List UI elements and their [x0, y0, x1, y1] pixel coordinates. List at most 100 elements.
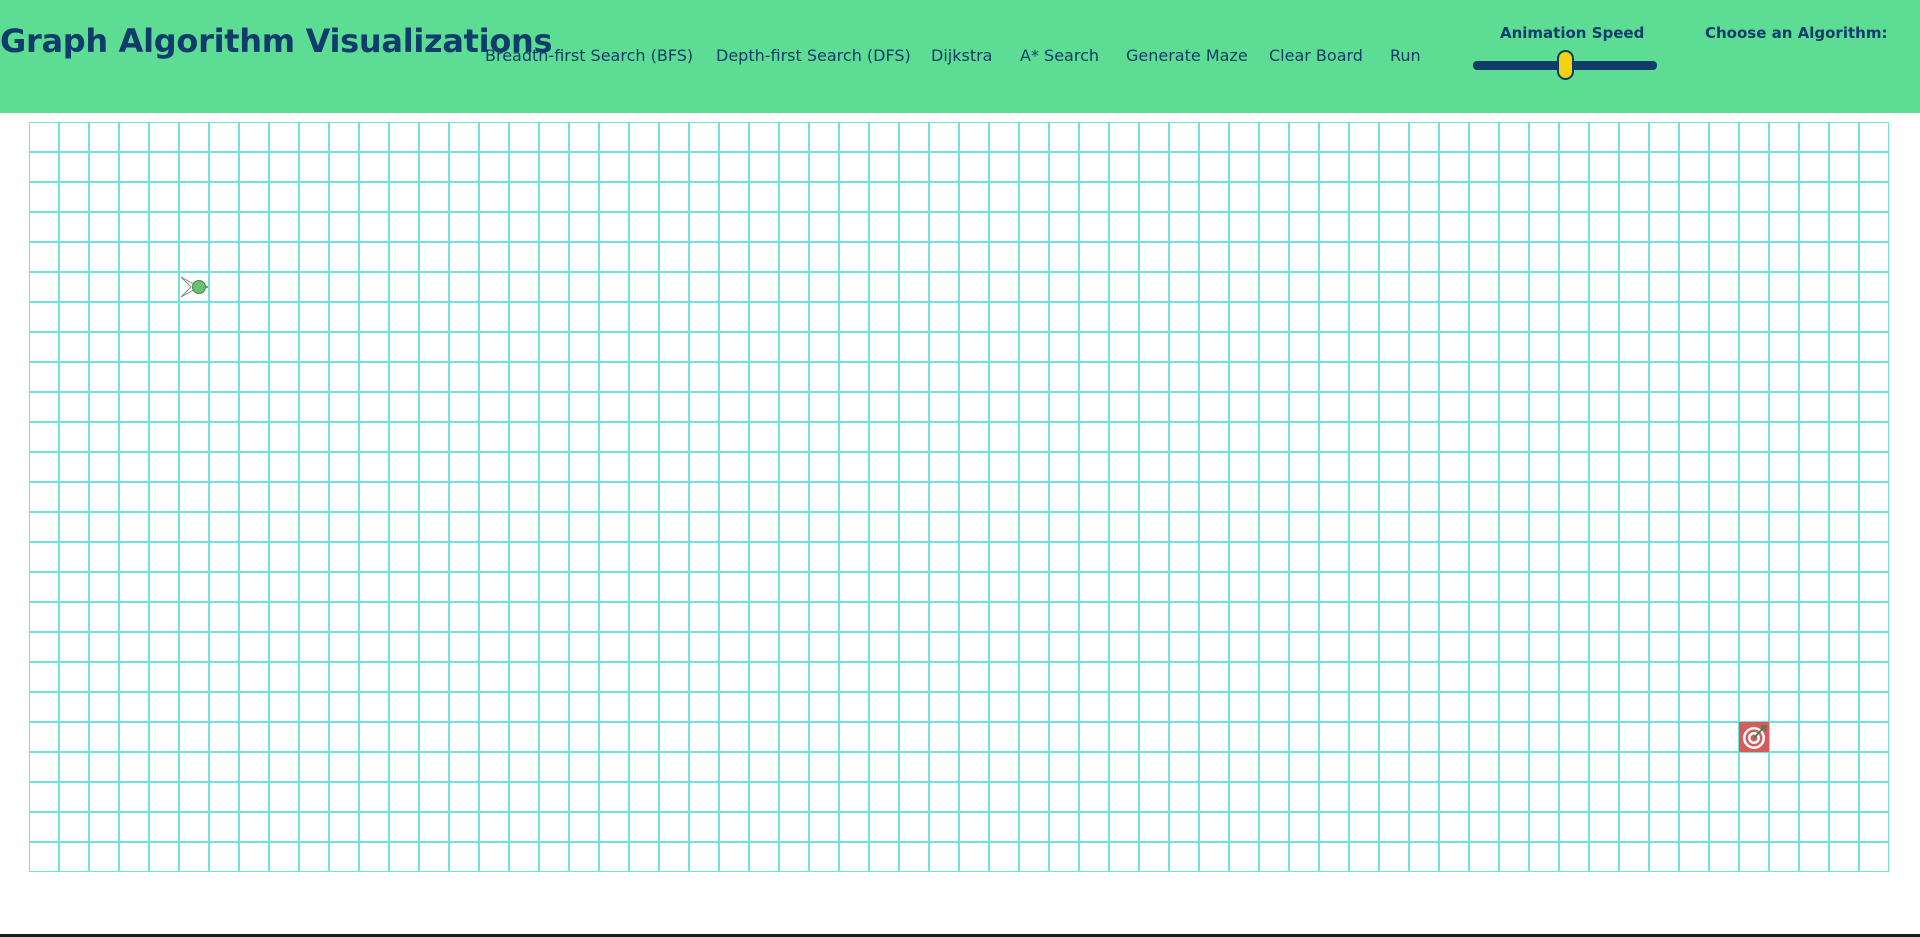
- grid-cell[interactable]: [1859, 482, 1889, 512]
- grid-cell[interactable]: [449, 512, 479, 542]
- grid-cell[interactable]: [929, 782, 959, 812]
- grid-cell[interactable]: [1739, 272, 1769, 302]
- grid-cell[interactable]: [1439, 482, 1469, 512]
- grid-cell[interactable]: [959, 182, 989, 212]
- grid-cell[interactable]: [1499, 782, 1529, 812]
- grid-cell[interactable]: [1499, 392, 1529, 422]
- grid-cell[interactable]: [329, 512, 359, 542]
- grid-cell[interactable]: [269, 542, 299, 572]
- grid-cell[interactable]: [1409, 782, 1439, 812]
- grid-cell[interactable]: [629, 152, 659, 182]
- grid-cell[interactable]: [719, 272, 749, 302]
- grid-cell[interactable]: [1439, 302, 1469, 332]
- grid-cell[interactable]: [899, 752, 929, 782]
- grid-cell[interactable]: [1229, 512, 1259, 542]
- grid-cell[interactable]: [959, 242, 989, 272]
- grid-cell[interactable]: [1409, 812, 1439, 842]
- grid-cell[interactable]: [1079, 452, 1109, 482]
- grid-cell[interactable]: [1769, 542, 1799, 572]
- grid-cell[interactable]: [209, 512, 239, 542]
- grid-cell[interactable]: [179, 422, 209, 452]
- grid-cell[interactable]: [1499, 242, 1529, 272]
- grid-cell[interactable]: [29, 392, 59, 422]
- grid-cell[interactable]: [29, 422, 59, 452]
- grid-cell[interactable]: [749, 752, 779, 782]
- grid-cell[interactable]: [779, 842, 809, 872]
- grid-cell[interactable]: [689, 782, 719, 812]
- grid-cell[interactable]: [929, 692, 959, 722]
- grid-cell[interactable]: [239, 782, 269, 812]
- grid-cell[interactable]: [1619, 752, 1649, 782]
- grid-cell[interactable]: [209, 542, 239, 572]
- grid-cell[interactable]: [329, 722, 359, 752]
- grid-cell[interactable]: [779, 242, 809, 272]
- grid-cell[interactable]: [1319, 392, 1349, 422]
- grid-cell[interactable]: [719, 242, 749, 272]
- grid-cell[interactable]: [959, 272, 989, 302]
- grid-cell[interactable]: [1469, 542, 1499, 572]
- grid-cell[interactable]: [419, 842, 449, 872]
- grid-cell[interactable]: [1589, 212, 1619, 242]
- grid-cell[interactable]: [149, 752, 179, 782]
- grid-cell[interactable]: [659, 782, 689, 812]
- grid-cell[interactable]: [149, 662, 179, 692]
- grid-cell[interactable]: [299, 512, 329, 542]
- grid-cell[interactable]: [299, 602, 329, 632]
- grid-cell[interactable]: [929, 842, 959, 872]
- grid-cell[interactable]: [1469, 212, 1499, 242]
- grid-cell[interactable]: [1079, 542, 1109, 572]
- grid-cell[interactable]: [629, 452, 659, 482]
- grid-cell[interactable]: [1529, 662, 1559, 692]
- grid-cell[interactable]: [899, 812, 929, 842]
- grid-cell[interactable]: [479, 542, 509, 572]
- grid-cell[interactable]: [1049, 602, 1079, 632]
- grid-cell[interactable]: [329, 242, 359, 272]
- grid-cell[interactable]: [1199, 572, 1229, 602]
- grid-cell[interactable]: [569, 392, 599, 422]
- grid-cell[interactable]: [1229, 362, 1259, 392]
- grid-cell[interactable]: [1769, 302, 1799, 332]
- grid-cell[interactable]: [1589, 782, 1619, 812]
- grid-cell[interactable]: [149, 182, 179, 212]
- grid-cell[interactable]: [239, 392, 269, 422]
- grid-cell[interactable]: [419, 422, 449, 452]
- grid-cell[interactable]: [1409, 542, 1439, 572]
- grid-cell[interactable]: [239, 602, 269, 632]
- grid-cell[interactable]: [989, 752, 1019, 782]
- grid-cell[interactable]: [1559, 512, 1589, 542]
- grid-cell[interactable]: [869, 482, 899, 512]
- grid-cell[interactable]: [1649, 302, 1679, 332]
- grid-cell[interactable]: [59, 302, 89, 332]
- grid-cell[interactable]: [899, 272, 929, 302]
- grid-cell[interactable]: [239, 182, 269, 212]
- grid-cell[interactable]: [809, 422, 839, 452]
- grid-cell[interactable]: [1139, 242, 1169, 272]
- grid-cell[interactable]: [569, 812, 599, 842]
- grid-cell[interactable]: [659, 812, 689, 842]
- grid-cell[interactable]: [1139, 392, 1169, 422]
- grid-cell[interactable]: [119, 332, 149, 362]
- grid-cell[interactable]: [1049, 392, 1079, 422]
- grid-cell[interactable]: [1139, 542, 1169, 572]
- grid-cell[interactable]: [1289, 602, 1319, 632]
- grid-cell[interactable]: [299, 782, 329, 812]
- grid-cell[interactable]: [239, 512, 269, 542]
- grid-cell[interactable]: [749, 512, 779, 542]
- grid-cell[interactable]: [1679, 452, 1709, 482]
- grid-cell[interactable]: [1349, 482, 1379, 512]
- grid-cell[interactable]: [1109, 842, 1139, 872]
- grid-cell[interactable]: [269, 632, 299, 662]
- grid-cell[interactable]: [539, 842, 569, 872]
- grid-cell[interactable]: [1709, 362, 1739, 392]
- grid-cell[interactable]: [1829, 842, 1859, 872]
- grid-cell[interactable]: [839, 362, 869, 392]
- grid-cell[interactable]: [449, 392, 479, 422]
- grid-cell[interactable]: [1469, 632, 1499, 662]
- grid-cell[interactable]: [419, 632, 449, 662]
- grid-cell[interactable]: [1349, 752, 1379, 782]
- grid-cell[interactable]: [1349, 452, 1379, 482]
- grid-cell[interactable]: [1289, 842, 1319, 872]
- grid-cell[interactable]: [509, 182, 539, 212]
- grid-cell[interactable]: [809, 752, 839, 782]
- grid-cell[interactable]: [629, 692, 659, 722]
